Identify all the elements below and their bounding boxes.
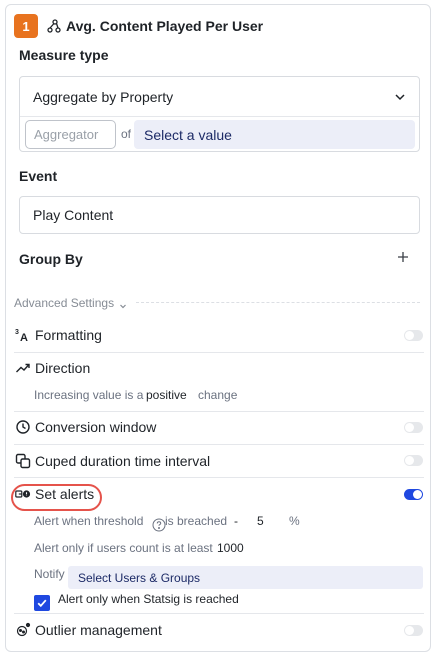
metric-number-badge: 1 <box>14 14 38 38</box>
chevron-down-icon <box>393 90 407 104</box>
aggregator-input[interactable] <box>25 120 116 149</box>
advanced-settings-toggle[interactable]: Advanced Settings <box>14 296 127 310</box>
copy-icon <box>15 453 31 469</box>
outlier-label: Outlier management <box>35 622 162 638</box>
divider <box>14 444 424 445</box>
divider <box>20 116 419 117</box>
of-text: of <box>121 127 132 141</box>
set-alerts-label: Set alerts <box>35 486 95 502</box>
event-select[interactable]: Play Content <box>19 196 420 234</box>
direction-label: Direction <box>35 360 91 376</box>
direction-prefix: Increasing value is a <box>34 388 144 402</box>
metric-title: Avg. Content Played Per User <box>66 18 264 34</box>
notify-select[interactable]: Select Users & Groups <box>68 566 423 589</box>
divider <box>14 613 424 614</box>
direction-row: Direction <box>15 358 90 378</box>
advanced-settings-label: Advanced Settings <box>14 296 115 310</box>
outlier-toggle[interactable] <box>404 625 423 636</box>
help-circle-icon[interactable] <box>152 518 166 532</box>
metric-panel: 1 Avg. Content Played Per User Measure t… <box>5 4 431 652</box>
toggle-knob <box>405 456 414 465</box>
threshold-direction-select[interactable]: - <box>234 514 238 528</box>
direction-suffix: change <box>198 388 238 402</box>
superscript-a-icon: 3A <box>15 327 31 343</box>
toggle-knob <box>413 490 422 499</box>
alert-icon <box>15 486 31 502</box>
threshold-suffix: is breached <box>165 514 228 528</box>
users-count-label: Alert only if users count is at least <box>34 541 213 555</box>
plus-icon[interactable] <box>396 250 410 264</box>
conversion-window-row: Conversion window <box>15 417 156 437</box>
set-alerts-row: Set alerts <box>15 484 94 504</box>
formatting-row: 3A Formatting <box>15 325 102 345</box>
measure-type-box: Aggregate by Property of Select a value <box>19 76 420 152</box>
measure-type-value: Aggregate by Property <box>33 88 174 105</box>
formatting-toggle[interactable] <box>404 330 423 341</box>
checkmark-icon <box>37 599 47 608</box>
divider <box>14 477 424 478</box>
clock-icon <box>15 419 31 435</box>
threshold-label: Alert when threshold <box>34 514 144 528</box>
threshold-unit: % <box>289 514 300 528</box>
formatting-label: Formatting <box>35 327 102 343</box>
group-by-label: Group By <box>19 251 83 267</box>
conversion-window-toggle[interactable] <box>404 422 423 433</box>
cuped-row: Cuped duration time interval <box>15 451 210 471</box>
trend-up-icon <box>15 360 31 376</box>
event-label: Event <box>19 168 58 184</box>
measure-type-label: Measure type <box>19 47 109 63</box>
outlier-icon <box>15 622 31 638</box>
divider <box>14 352 424 353</box>
threshold-value-input[interactable]: 5 <box>257 514 264 528</box>
set-alerts-toggle[interactable] <box>404 489 423 500</box>
outlier-row: Outlier management <box>15 620 162 640</box>
cuped-toggle[interactable] <box>404 455 423 466</box>
cuped-label: Cuped duration time interval <box>35 453 211 469</box>
divider <box>14 411 424 412</box>
users-count-input[interactable]: 1000 <box>217 541 244 555</box>
divider <box>136 302 420 303</box>
statsig-checkbox-label: Alert only when Statsig is reached <box>58 592 239 606</box>
direction-value-select[interactable]: positive <box>146 388 187 402</box>
toggle-knob <box>405 626 414 635</box>
conversion-window-label: Conversion window <box>35 419 157 435</box>
measure-type-select[interactable]: Aggregate by Property <box>20 77 419 116</box>
chevron-down-icon <box>119 299 127 309</box>
svg-text:A: A <box>20 332 28 343</box>
statsig-checkbox[interactable] <box>34 595 50 611</box>
notify-label: Notify <box>34 567 65 581</box>
svg-text:3: 3 <box>15 329 19 336</box>
metric-icon <box>46 18 62 34</box>
toggle-knob <box>405 423 414 432</box>
toggle-knob <box>405 331 414 340</box>
metric-header: 1 Avg. Content Played Per User <box>14 14 263 38</box>
value-select[interactable]: Select a value <box>134 120 415 149</box>
